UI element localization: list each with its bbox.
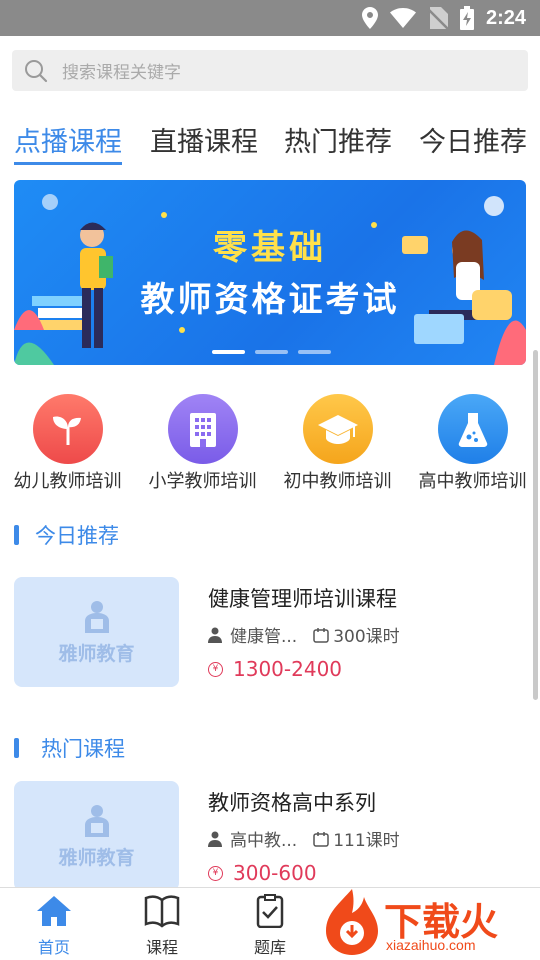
- section-header-today: 今日推荐: [14, 520, 119, 550]
- tab-live-courses[interactable]: 直播课程: [150, 120, 258, 159]
- nav-label: 题库: [253, 938, 286, 957]
- carousel-dot-1[interactable]: [212, 350, 245, 354]
- thumbnail-brand: 雅师教育: [58, 846, 135, 869]
- scrollbar[interactable]: [533, 350, 538, 700]
- checklist-icon: [256, 894, 284, 929]
- search-bar[interactable]: 搜索课程关键字: [12, 50, 528, 91]
- banner-headline: 零基础: [213, 228, 327, 268]
- section-accent-bar: [14, 738, 19, 758]
- calendar-icon: [313, 831, 329, 847]
- category-label: 高中教师培训: [418, 471, 527, 492]
- watermark: 下载火 xiazaihuo.com: [320, 885, 540, 960]
- battery-charging-icon: [459, 6, 474, 30]
- course-thumbnail: 雅师教育: [14, 577, 179, 687]
- course-hours: 111课时: [333, 831, 400, 851]
- clock: 2:24: [485, 6, 526, 29]
- teacher-logo-icon: [84, 804, 109, 837]
- price-value: 300-600: [233, 861, 317, 885]
- tab-vod-courses[interactable]: 点播课程: [14, 120, 122, 159]
- course-card-hot[interactable]: 雅师教育 教师资格高中系列 高中教... 111课时 ¥ 300-600: [14, 781, 526, 891]
- category-label: 幼儿教师培训: [13, 471, 122, 492]
- course-title: 教师资格高中系列: [208, 791, 376, 815]
- tab-today-recommend[interactable]: 今日推荐: [419, 120, 527, 159]
- nav-label: 课程: [145, 938, 178, 957]
- wifi-icon: [389, 8, 416, 28]
- category-label: 初中教师培训: [283, 471, 392, 492]
- category-high-school[interactable]: 高中教师培训: [405, 394, 540, 493]
- category-grid: 幼儿教师培训 小学教师培训 初中教师培训 高中教师培训: [0, 394, 540, 494]
- no-sim-icon: [427, 7, 448, 29]
- course-hours: 300课时: [333, 627, 400, 647]
- yen-icon: ¥: [208, 661, 223, 677]
- section-header-hot: 热门课程: [14, 733, 125, 763]
- teacher-icon: [208, 627, 222, 643]
- section-accent-bar: [14, 525, 19, 545]
- thumbnail-brand: 雅师教育: [58, 642, 135, 665]
- price-value: 1300-2400: [233, 657, 343, 681]
- tab-hot-recommend[interactable]: 热门推荐: [284, 120, 392, 159]
- category-middle-school[interactable]: 初中教师培训: [270, 394, 405, 493]
- flame-logo-icon: [326, 889, 378, 955]
- calendar-icon: [313, 627, 329, 643]
- yen-icon: ¥: [208, 865, 223, 881]
- course-card-today[interactable]: 雅师教育 健康管理师培训课程 健康管... 300课时 ¥ 1300-2400: [14, 577, 526, 687]
- nav-home[interactable]: 首页: [14, 894, 94, 958]
- course-teacher: 高中教...: [230, 831, 298, 851]
- location-icon: [361, 7, 378, 29]
- section-title: 热门课程: [41, 737, 125, 761]
- teacher-logo-icon: [84, 600, 109, 633]
- course-title: 健康管理师培训课程: [208, 587, 397, 611]
- status-bar: 2:24: [0, 0, 540, 36]
- carousel-dot-3[interactable]: [298, 350, 331, 354]
- home-icon: [37, 896, 71, 926]
- active-tab-indicator: [14, 162, 122, 165]
- carousel-dot-2[interactable]: [255, 350, 288, 354]
- book-icon: [144, 895, 180, 928]
- nav-question-bank[interactable]: 题库: [230, 894, 310, 958]
- course-teacher: 健康管...: [230, 627, 298, 647]
- banner-subheadline: 教师资格证考试: [140, 280, 400, 320]
- category-kindergarten[interactable]: 幼儿教师培训: [0, 394, 135, 493]
- teacher-icon: [208, 831, 222, 847]
- course-tabs: 点播课程 直播课程 热门推荐 今日推荐: [0, 116, 540, 168]
- course-thumbnail: 雅师教育: [14, 781, 179, 891]
- search-input[interactable]: 搜索课程关键字: [62, 58, 181, 83]
- course-price: ¥ 1300-2400: [208, 657, 342, 681]
- search-icon: [25, 59, 48, 82]
- course-price: ¥ 300-600: [208, 861, 317, 885]
- category-primary[interactable]: 小学教师培训: [135, 394, 270, 493]
- section-title: 今日推荐: [35, 524, 119, 548]
- course-meta: 高中教... 111课时: [208, 826, 400, 851]
- carousel-indicator: [212, 350, 331, 354]
- nav-label: 首页: [37, 938, 70, 957]
- building-icon: [167, 394, 238, 464]
- flask-icon: [437, 394, 508, 464]
- watermark-url: xiazaihuo.com: [386, 937, 476, 953]
- promo-banner[interactable]: 零基础 教师资格证考试: [14, 180, 526, 365]
- category-label: 小学教师培训: [148, 471, 257, 492]
- course-meta: 健康管... 300课时: [208, 622, 400, 647]
- nav-courses[interactable]: 课程: [122, 894, 202, 958]
- sprout-icon: [32, 394, 103, 464]
- graduation-cap-icon: [302, 394, 373, 464]
